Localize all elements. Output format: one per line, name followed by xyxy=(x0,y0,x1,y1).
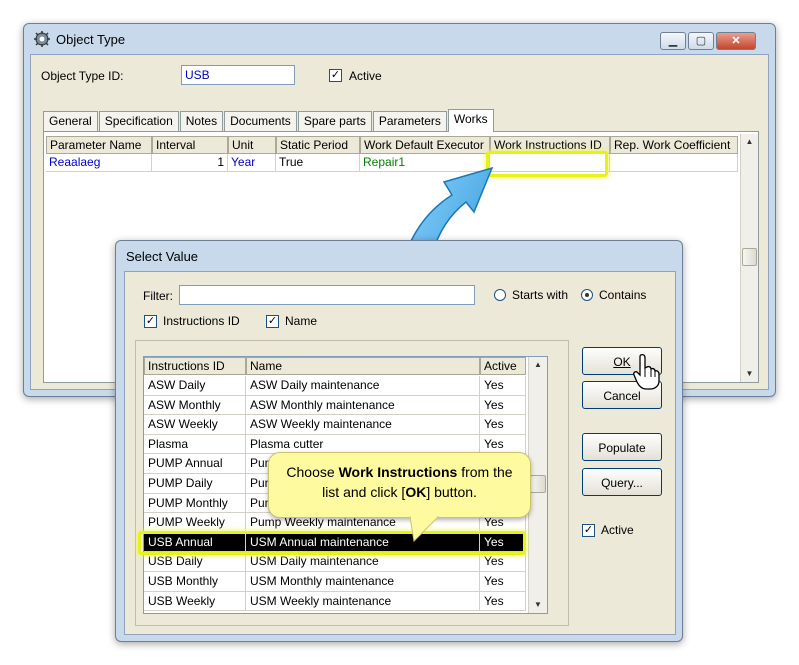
cell-active: Yes xyxy=(480,552,526,572)
dialog-title: Select Value xyxy=(126,248,199,264)
object-type-id-label: Object Type ID: xyxy=(41,69,124,83)
tab-documents[interactable]: Documents xyxy=(224,111,297,131)
callout-text-3: ] button. xyxy=(426,484,477,500)
cell-active: Yes xyxy=(480,376,526,396)
cell-active: Yes xyxy=(480,395,526,416)
list-scroll-down-icon[interactable]: ▼ xyxy=(529,597,547,613)
name-checkbox-label: Name xyxy=(285,314,318,328)
cell-instructions-id: ASW Daily xyxy=(144,376,246,396)
active-checkbox[interactable]: ✓ xyxy=(329,69,342,82)
dialog-active-label: Active xyxy=(601,523,634,537)
tab-specification[interactable]: Specification xyxy=(98,111,179,131)
cell-static-period[interactable]: True xyxy=(276,154,360,172)
col-parameter-name[interactable]: Parameter Name xyxy=(46,136,152,154)
callout-text-1: Choose xyxy=(286,464,339,480)
list-item[interactable]: ASW Weekly ASW Weekly maintenance Yes xyxy=(144,415,526,435)
list-item[interactable]: USB Daily USM Daily maintenance Yes xyxy=(144,552,526,572)
minimize-button[interactable]: ▁ xyxy=(660,32,686,50)
scroll-up-icon[interactable]: ▲ xyxy=(741,134,758,150)
filter-label: Filter: xyxy=(143,289,173,303)
cell-parameter-name[interactable]: Reaalaeg xyxy=(46,154,152,172)
callout-pointer xyxy=(410,516,440,542)
starts-with-radio[interactable] xyxy=(494,289,506,301)
cell-interval[interactable]: 1 xyxy=(152,154,228,172)
instructions-list-header: Instructions ID Name Active xyxy=(144,357,526,375)
cell-instructions-id: ASW Weekly xyxy=(144,415,246,435)
list-item[interactable]: ASW Daily ASW Daily maintenance Yes xyxy=(144,376,526,396)
instructions-id-checkbox[interactable]: ✓ xyxy=(144,315,157,328)
query-button[interactable]: Query... xyxy=(582,468,662,496)
active-label: Active xyxy=(349,69,382,83)
cell-active: Yes xyxy=(480,572,526,592)
cell-instructions-id: ASW Monthly xyxy=(144,395,246,416)
col-instructions-id[interactable]: Instructions ID xyxy=(144,357,246,375)
works-grid-scrollbar[interactable]: ▲ ▼ xyxy=(740,134,758,382)
instructions-id-checkbox-label: Instructions ID xyxy=(163,314,240,328)
maximize-button[interactable]: ▢ xyxy=(688,32,714,50)
object-type-id-field[interactable]: USB xyxy=(181,65,295,85)
dialog-active-checkbox[interactable]: ✓ xyxy=(582,524,595,537)
callout-bold-1: Work Instructions xyxy=(338,464,458,480)
select-value-dialog: Select Value Filter: Starts with Contain… xyxy=(115,240,683,642)
select-value-titlebar: Select Value xyxy=(116,241,682,271)
cell-instructions-id: USB Monthly xyxy=(144,572,246,592)
callout-bold-2: OK xyxy=(405,484,427,500)
name-checkbox[interactable]: ✓ xyxy=(266,315,279,328)
col-unit[interactable]: Unit xyxy=(228,136,276,154)
populate-button[interactable]: Populate xyxy=(582,433,662,461)
tab-strip: General Specification Notes Documents Sp… xyxy=(43,108,495,132)
cell-instructions-id: PUMP Annual xyxy=(144,454,246,474)
list-scroll-thumb[interactable] xyxy=(530,475,546,493)
contains-radio[interactable] xyxy=(581,289,593,301)
instruction-callout: Choose Work Instructions from the list a… xyxy=(268,452,531,518)
cell-instructions-id: PUMP Monthly xyxy=(144,493,246,514)
window-title: Object Type xyxy=(56,31,126,47)
cell-unit[interactable]: Year xyxy=(228,154,276,172)
col-interval[interactable]: Interval xyxy=(152,136,228,154)
cell-name: USM Daily maintenance xyxy=(246,552,480,572)
cell-name: USM Monthly maintenance xyxy=(246,572,480,592)
list-item[interactable]: ASW Monthly ASW Monthly maintenance Yes xyxy=(144,395,526,416)
list-item[interactable]: USB Monthly USM Monthly maintenance Yes xyxy=(144,572,526,592)
scroll-down-icon[interactable]: ▼ xyxy=(741,366,758,382)
cell-name: ASW Weekly maintenance xyxy=(246,415,480,435)
cell-name: ASW Daily maintenance xyxy=(246,376,480,396)
cell-instructions-id: PUMP Daily xyxy=(144,474,246,494)
col-rep-work-coefficient[interactable]: Rep. Work Coefficient xyxy=(610,136,738,154)
contains-label: Contains xyxy=(599,288,647,302)
minimize-icon: ▁ xyxy=(668,35,678,47)
close-button[interactable]: ✕ xyxy=(716,32,756,50)
col-static-period[interactable]: Static Period xyxy=(276,136,360,154)
maximize-icon: ▢ xyxy=(695,35,707,47)
starts-with-label: Starts with xyxy=(512,288,569,302)
cell-instructions-id: USB Weekly xyxy=(144,591,246,612)
list-scroll-up-icon[interactable]: ▲ xyxy=(529,357,547,373)
cell-name: USM Weekly maintenance xyxy=(246,591,480,612)
cell-active: Yes xyxy=(480,591,526,612)
cell-name: ASW Monthly maintenance xyxy=(246,395,480,416)
col-active[interactable]: Active xyxy=(480,357,526,375)
tab-general[interactable]: General xyxy=(43,111,98,131)
cell-rep-work-coefficient[interactable] xyxy=(610,154,738,172)
list-item[interactable]: USB Weekly USM Weekly maintenance Yes xyxy=(144,591,526,612)
cell-active: Yes xyxy=(480,415,526,435)
hand-pointer-icon xyxy=(633,353,660,390)
scroll-thumb[interactable] xyxy=(742,248,757,266)
tab-parameters[interactable]: Parameters xyxy=(372,111,447,131)
filter-input[interactable] xyxy=(179,285,475,305)
col-name[interactable]: Name xyxy=(246,357,480,375)
gear-icon xyxy=(34,31,50,47)
cell-instructions-id: PUMP Weekly xyxy=(144,513,246,533)
cell-instructions-id: Plasma xyxy=(144,434,246,455)
tab-spare-parts[interactable]: Spare parts xyxy=(297,111,372,131)
close-icon: ✕ xyxy=(731,35,741,47)
tab-notes[interactable]: Notes xyxy=(179,111,224,131)
tab-works[interactable]: Works xyxy=(447,109,494,132)
selected-row-highlight xyxy=(138,531,526,555)
cell-instructions-id: USB Daily xyxy=(144,552,246,572)
